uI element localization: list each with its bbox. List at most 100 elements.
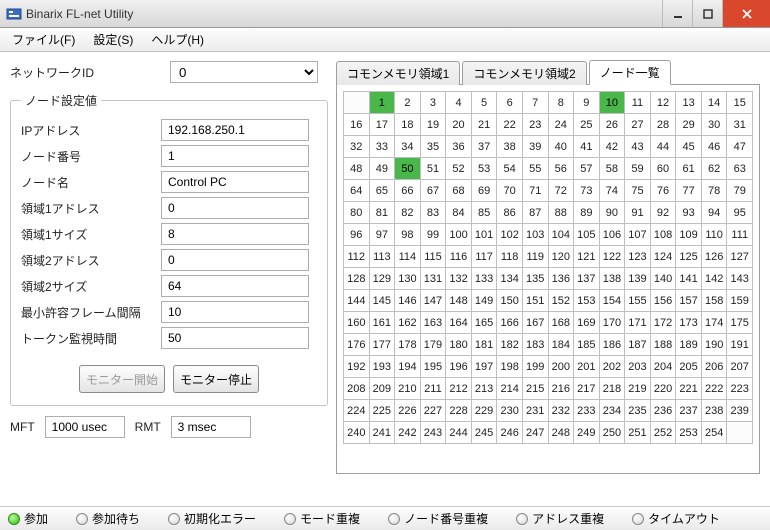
node-cell[interactable]: 168 bbox=[548, 312, 574, 334]
nodeno-input[interactable] bbox=[161, 145, 309, 167]
node-cell[interactable]: 128 bbox=[344, 268, 370, 290]
node-cell[interactable]: 194 bbox=[395, 356, 421, 378]
node-cell[interactable] bbox=[727, 422, 753, 444]
minimize-button[interactable] bbox=[662, 0, 692, 27]
node-cell[interactable]: 115 bbox=[420, 246, 446, 268]
tab-nodelist[interactable]: ノード一覧 bbox=[589, 60, 671, 85]
node-cell[interactable]: 95 bbox=[727, 202, 753, 224]
node-cell[interactable]: 47 bbox=[727, 136, 753, 158]
node-cell[interactable]: 37 bbox=[471, 136, 497, 158]
node-cell[interactable]: 209 bbox=[369, 378, 395, 400]
node-cell[interactable]: 87 bbox=[522, 202, 548, 224]
node-cell[interactable]: 195 bbox=[420, 356, 446, 378]
node-cell[interactable]: 239 bbox=[727, 400, 753, 422]
node-cell[interactable]: 130 bbox=[395, 268, 421, 290]
node-cell[interactable]: 112 bbox=[344, 246, 370, 268]
node-cell[interactable]: 18 bbox=[395, 114, 421, 136]
node-cell[interactable]: 81 bbox=[369, 202, 395, 224]
monitor-stop-button[interactable]: モニター停止 bbox=[173, 365, 259, 393]
menu-settings[interactable]: 設定(S) bbox=[87, 29, 139, 50]
node-cell[interactable]: 29 bbox=[676, 114, 702, 136]
node-cell[interactable]: 19 bbox=[420, 114, 446, 136]
node-cell[interactable]: 166 bbox=[497, 312, 523, 334]
node-cell[interactable]: 133 bbox=[471, 268, 497, 290]
node-cell[interactable]: 40 bbox=[548, 136, 574, 158]
node-cell[interactable]: 230 bbox=[497, 400, 523, 422]
node-cell[interactable]: 167 bbox=[522, 312, 548, 334]
node-cell[interactable]: 113 bbox=[369, 246, 395, 268]
node-cell[interactable]: 48 bbox=[344, 158, 370, 180]
node-cell[interactable]: 180 bbox=[446, 334, 472, 356]
node-cell[interactable]: 173 bbox=[676, 312, 702, 334]
node-cell[interactable]: 200 bbox=[548, 356, 574, 378]
node-cell[interactable]: 139 bbox=[625, 268, 651, 290]
node-cell[interactable]: 16 bbox=[344, 114, 370, 136]
node-cell[interactable]: 157 bbox=[676, 290, 702, 312]
node-cell[interactable]: 163 bbox=[420, 312, 446, 334]
node-cell[interactable]: 36 bbox=[446, 136, 472, 158]
node-cell[interactable]: 93 bbox=[676, 202, 702, 224]
node-cell[interactable]: 136 bbox=[548, 268, 574, 290]
node-cell[interactable]: 62 bbox=[701, 158, 727, 180]
node-cell[interactable]: 145 bbox=[369, 290, 395, 312]
ip-input[interactable] bbox=[161, 119, 309, 141]
node-cell[interactable]: 191 bbox=[727, 334, 753, 356]
node-cell[interactable]: 80 bbox=[344, 202, 370, 224]
node-cell[interactable]: 121 bbox=[574, 246, 600, 268]
node-cell[interactable]: 69 bbox=[471, 180, 497, 202]
node-cell[interactable]: 32 bbox=[344, 136, 370, 158]
node-cell[interactable]: 160 bbox=[344, 312, 370, 334]
node-cell[interactable]: 208 bbox=[344, 378, 370, 400]
node-cell[interactable]: 96 bbox=[344, 224, 370, 246]
node-cell[interactable]: 218 bbox=[599, 378, 625, 400]
tab-common2[interactable]: コモンメモリ領域2 bbox=[462, 61, 586, 85]
node-cell[interactable]: 107 bbox=[625, 224, 651, 246]
node-cell[interactable]: 199 bbox=[522, 356, 548, 378]
node-cell[interactable]: 241 bbox=[369, 422, 395, 444]
node-cell[interactable]: 198 bbox=[497, 356, 523, 378]
area1size-input[interactable] bbox=[161, 223, 309, 245]
node-cell[interactable]: 64 bbox=[344, 180, 370, 202]
node-cell[interactable]: 14 bbox=[701, 92, 727, 114]
node-cell[interactable]: 88 bbox=[548, 202, 574, 224]
node-cell[interactable]: 224 bbox=[344, 400, 370, 422]
node-cell[interactable]: 176 bbox=[344, 334, 370, 356]
node-cell[interactable]: 46 bbox=[701, 136, 727, 158]
node-cell[interactable]: 111 bbox=[727, 224, 753, 246]
node-cell[interactable]: 206 bbox=[701, 356, 727, 378]
area1addr-input[interactable] bbox=[161, 197, 309, 219]
node-cell[interactable]: 246 bbox=[497, 422, 523, 444]
node-cell[interactable]: 94 bbox=[701, 202, 727, 224]
node-cell[interactable]: 79 bbox=[727, 180, 753, 202]
node-cell[interactable]: 182 bbox=[497, 334, 523, 356]
node-cell[interactable]: 213 bbox=[471, 378, 497, 400]
node-cell[interactable]: 171 bbox=[625, 312, 651, 334]
node-cell[interactable]: 85 bbox=[471, 202, 497, 224]
tab-common1[interactable]: コモンメモリ領域1 bbox=[336, 61, 460, 85]
node-cell[interactable]: 242 bbox=[395, 422, 421, 444]
node-cell[interactable]: 89 bbox=[574, 202, 600, 224]
node-cell[interactable]: 175 bbox=[727, 312, 753, 334]
node-cell[interactable]: 253 bbox=[676, 422, 702, 444]
node-cell[interactable]: 250 bbox=[599, 422, 625, 444]
node-cell[interactable]: 159 bbox=[727, 290, 753, 312]
node-cell[interactable]: 104 bbox=[548, 224, 574, 246]
node-cell[interactable]: 143 bbox=[727, 268, 753, 290]
node-cell[interactable]: 50 bbox=[395, 158, 421, 180]
node-cell[interactable]: 158 bbox=[701, 290, 727, 312]
node-cell[interactable]: 77 bbox=[676, 180, 702, 202]
node-cell[interactable]: 135 bbox=[522, 268, 548, 290]
node-cell[interactable]: 7 bbox=[522, 92, 548, 114]
node-cell[interactable]: 193 bbox=[369, 356, 395, 378]
node-cell[interactable]: 125 bbox=[676, 246, 702, 268]
node-cell[interactable]: 138 bbox=[599, 268, 625, 290]
node-cell[interactable]: 179 bbox=[420, 334, 446, 356]
node-cell[interactable]: 55 bbox=[522, 158, 548, 180]
node-cell[interactable]: 21 bbox=[471, 114, 497, 136]
node-cell[interactable]: 153 bbox=[574, 290, 600, 312]
node-cell[interactable]: 5 bbox=[471, 92, 497, 114]
node-cell[interactable]: 207 bbox=[727, 356, 753, 378]
node-cell[interactable]: 192 bbox=[344, 356, 370, 378]
node-cell[interactable]: 149 bbox=[471, 290, 497, 312]
node-cell[interactable]: 57 bbox=[574, 158, 600, 180]
